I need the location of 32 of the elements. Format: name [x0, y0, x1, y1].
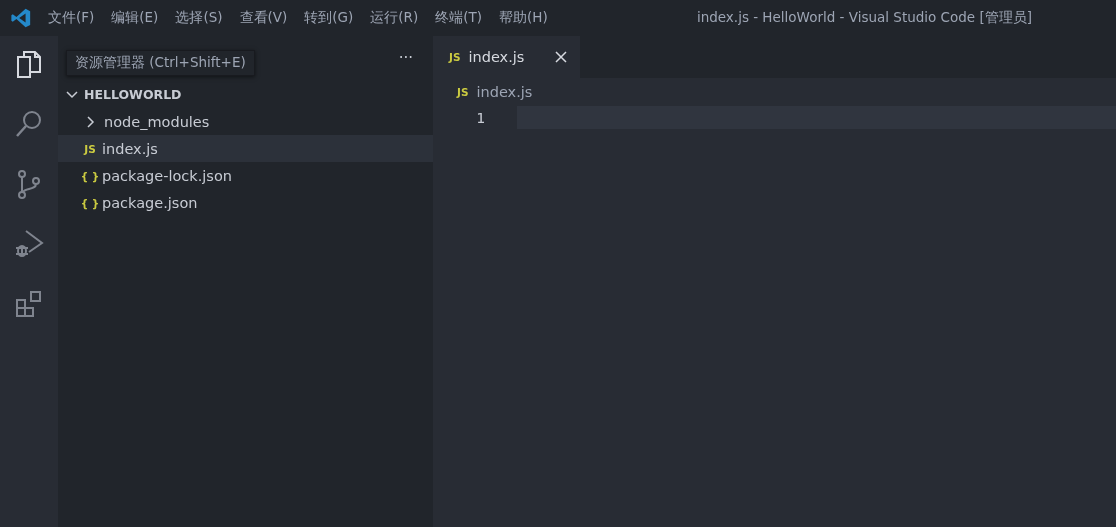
more-actions-button[interactable]: ···: [398, 49, 413, 67]
menu-item[interactable]: 终端(T): [435, 9, 482, 27]
file-type-icon: { }: [80, 196, 100, 209]
file-type-icon: JS: [457, 86, 469, 98]
menu-item[interactable]: 文件(F): [48, 9, 95, 27]
menu-item[interactable]: 查看(V): [239, 9, 288, 27]
file-name: package.json: [102, 194, 198, 211]
window-title: index.js - HelloWorld - Visual Studio Code [管理员]: [696, 9, 1032, 27]
menu-item[interactable]: 运行(R): [370, 9, 419, 27]
file-type-icon: JS: [449, 51, 461, 63]
close-icon[interactable]: [554, 50, 568, 64]
file-tree-item[interactable]: { } package.json: [58, 189, 433, 216]
menu-item[interactable]: 选择(S): [175, 9, 223, 27]
file-tree-item[interactable]: { } package-lock.json: [58, 162, 433, 189]
breadcrumb[interactable]: index.js: [476, 84, 533, 100]
line-number: 1: [475, 109, 485, 126]
menu-item[interactable]: 编辑(E): [111, 9, 159, 27]
file-name: index.js: [102, 140, 158, 157]
tab-label: index.js: [468, 49, 525, 65]
file-tree-item[interactable]: JS index.js: [58, 135, 433, 162]
tooltip: 资源管理器 (Ctrl+Shift+E): [66, 50, 255, 76]
folder-header[interactable]: HELLOWORLD: [58, 80, 433, 108]
file-name: node_modules: [104, 113, 210, 130]
menu-item[interactable]: 转到(G): [304, 9, 354, 27]
app-logo: [10, 7, 32, 29]
file-name: package-lock.json: [102, 167, 232, 184]
file-type-icon: JS: [80, 142, 100, 155]
run-debug-icon[interactable]: [13, 228, 45, 260]
editor-tab[interactable]: JS index.js: [433, 36, 580, 78]
file-type-icon: { }: [80, 169, 100, 182]
menu-item[interactable]: 帮助(H): [499, 9, 548, 27]
file-tree-item[interactable]: node_modules: [58, 108, 433, 135]
